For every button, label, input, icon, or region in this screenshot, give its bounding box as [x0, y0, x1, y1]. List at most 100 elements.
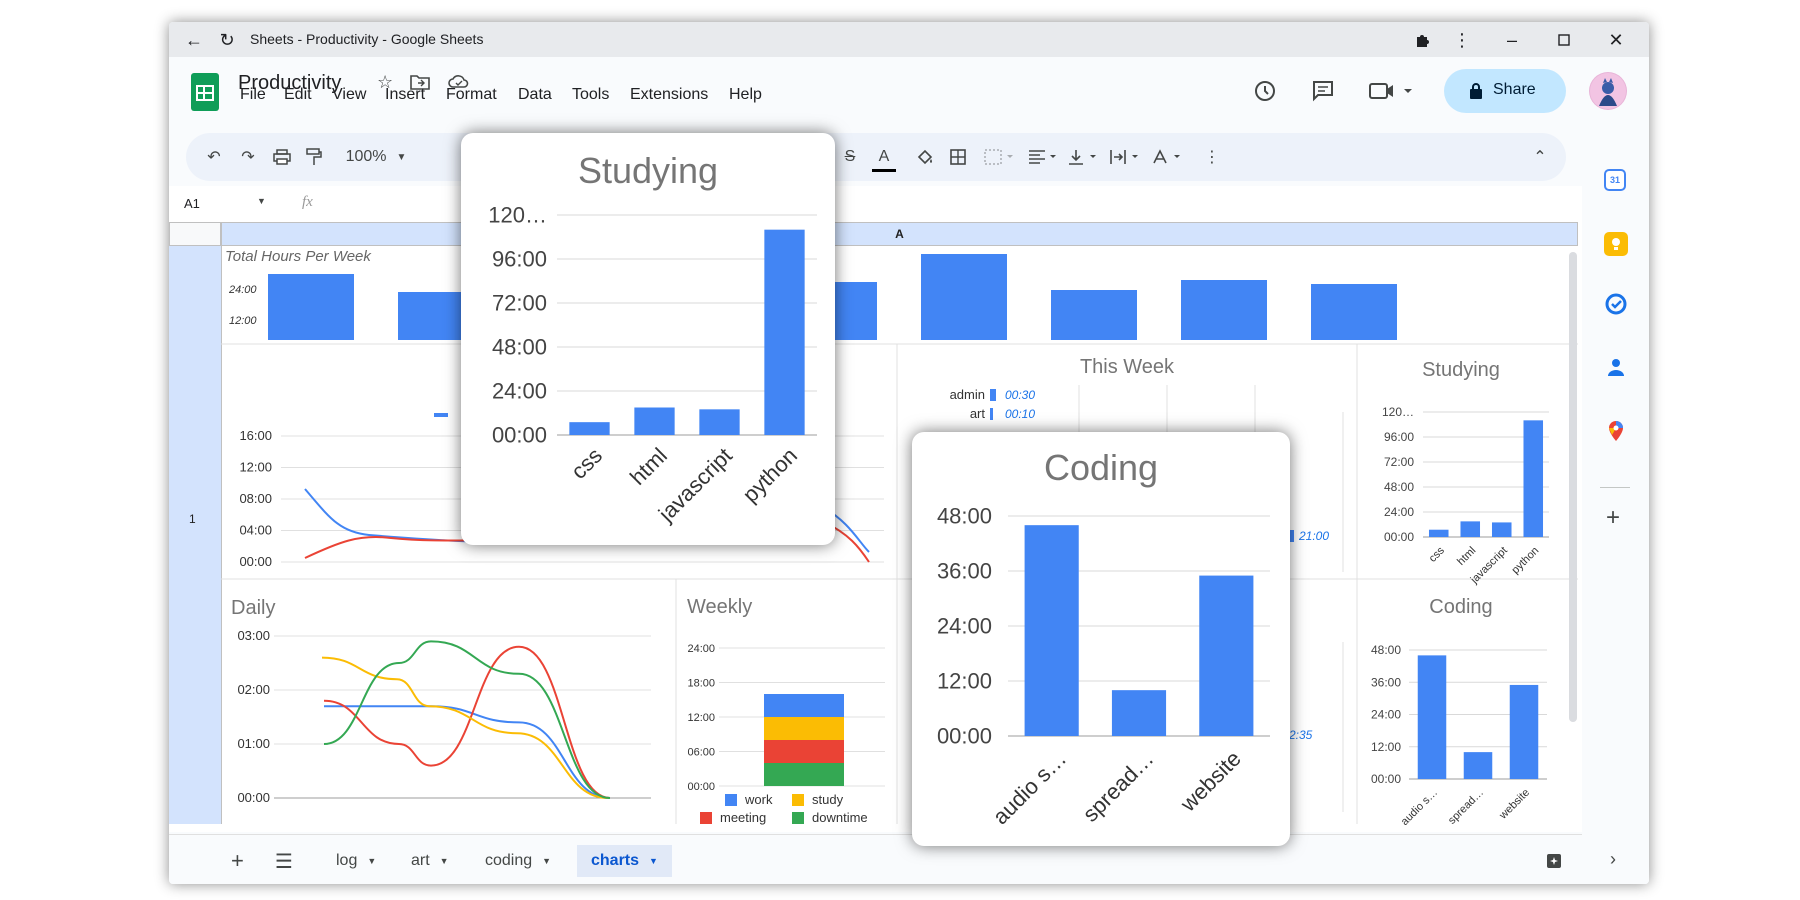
coding-popup-x-label: audio s… — [988, 746, 1071, 829]
sheet-tab-coding[interactable]: coding ▼ — [485, 845, 551, 877]
this-week-title: This Week — [1080, 356, 1175, 378]
studying-small-bar — [1428, 529, 1449, 537]
chevron-down-icon: ▼ — [649, 856, 658, 866]
coding-popup-x-label: spread… — [1078, 746, 1159, 827]
menu-view[interactable]: View — [332, 86, 366, 104]
weekly-y-tick: 12:00 — [687, 712, 715, 724]
comments-icon[interactable] — [1311, 79, 1335, 108]
sheet-tab-label: coding — [485, 852, 533, 869]
coding-popup-y-tick: 48:00 — [937, 504, 992, 529]
borders-icon[interactable] — [948, 145, 968, 169]
weekly-stack-segment — [764, 763, 844, 786]
name-box[interactable]: A1 — [184, 196, 200, 211]
coding-small-y-tick: 00:00 — [1371, 772, 1401, 786]
weekly-legend-label: work — [744, 792, 773, 807]
weekly-y-tick: 24:00 — [687, 643, 715, 655]
back-icon[interactable]: ← — [181, 27, 207, 53]
calendar-icon[interactable]: 31 — [1604, 169, 1626, 191]
coding-popup-y-tick: 12:00 — [937, 669, 992, 694]
studying-popup-y-tick: 96:00 — [492, 247, 547, 272]
keep-icon[interactable] — [1604, 232, 1628, 256]
fx-icon: fx — [302, 194, 313, 210]
contacts-icon[interactable] — [1604, 355, 1628, 379]
share-button[interactable]: Share — [1444, 69, 1566, 113]
more-vert-icon[interactable]: ⋮ — [1449, 27, 1475, 53]
print-icon[interactable] — [272, 145, 292, 169]
chevron-down-icon: ▼ — [439, 856, 449, 866]
coding-popup-title: Coding — [1044, 447, 1158, 488]
sheet-tab-art[interactable]: art ▼ — [411, 845, 449, 877]
maximize-icon[interactable] — [1551, 27, 1577, 53]
close-icon[interactable]: ✕ — [1603, 27, 1629, 53]
studying-popup-bar — [764, 229, 805, 435]
expand-panel-icon[interactable]: › — [1610, 849, 1616, 870]
maps-icon[interactable] — [1604, 419, 1628, 443]
sheet-tab-charts[interactable]: charts ▼ — [577, 845, 672, 877]
avatar[interactable] — [1589, 72, 1627, 110]
studying-small-bar — [1460, 521, 1481, 537]
tasks-icon[interactable] — [1604, 292, 1628, 316]
menu-extensions[interactable]: Extensions — [630, 86, 708, 104]
extensions-icon[interactable] — [1409, 27, 1435, 53]
meet-icon[interactable] — [1369, 80, 1413, 107]
name-box-dropdown-icon[interactable]: ▼ — [257, 196, 266, 206]
coding-small-x-label: website — [1497, 787, 1533, 823]
minimize-icon[interactable]: – — [1499, 27, 1525, 53]
daily-title: Daily — [231, 597, 275, 619]
sheets-logo-icon[interactable] — [191, 73, 219, 111]
undo-icon[interactable]: ↶ — [204, 145, 224, 169]
text-rotation-icon[interactable] — [1150, 145, 1184, 169]
studying-chart-popup[interactable]: Studying 120… 96:00 72:00 48:00 24:00 00:00 css… — [461, 133, 835, 545]
studying-small-y-tick: 00:00 — [1384, 530, 1414, 544]
coding-small-title: Coding — [1429, 596, 1492, 618]
sheet-tab-log[interactable]: log ▼ — [336, 845, 376, 877]
menu-help[interactable]: Help — [729, 86, 762, 104]
text-wrapping-icon[interactable] — [1108, 145, 1142, 169]
more-tools-icon[interactable]: ⋮ — [1204, 145, 1220, 169]
collapse-toolbar-icon[interactable]: ⌃ — [1530, 145, 1550, 169]
menu-format[interactable]: Format — [446, 86, 497, 104]
weekly-legend-swatch — [792, 794, 804, 806]
vertical-align-icon[interactable] — [1066, 145, 1100, 169]
horizontal-align-icon[interactable] — [1026, 145, 1060, 169]
version-history-icon[interactable] — [1252, 78, 1278, 109]
coding-popup-bar — [1111, 690, 1167, 736]
reload-icon[interactable]: ↻ — [214, 27, 240, 53]
weekly-stack-segment — [764, 717, 844, 740]
add-sheet-icon[interactable]: + — [231, 845, 244, 877]
fill-color-icon[interactable] — [914, 145, 936, 169]
chevron-down-icon: ▼ — [396, 151, 407, 163]
total-hours-bar — [268, 274, 354, 340]
coding-popup-y-tick: 36:00 — [937, 559, 992, 584]
all-sheets-icon[interactable]: ☰ — [275, 845, 293, 877]
total-hours-bar — [1051, 290, 1137, 340]
chevron-down-icon: ▼ — [367, 856, 377, 866]
paint-format-icon[interactable] — [304, 145, 324, 169]
this-week-value: 00:10 — [1005, 407, 1035, 421]
menu-insert[interactable]: Insert — [385, 86, 425, 104]
add-addon-icon[interactable]: + — [1606, 504, 1620, 532]
coding-small-bar — [1463, 752, 1493, 779]
share-label: Share — [1493, 81, 1536, 98]
daily-y-tick: 01:00 — [237, 736, 270, 751]
redo-icon[interactable]: ↷ — [238, 145, 258, 169]
strikethrough-icon[interactable]: S — [840, 145, 860, 169]
menu-tools[interactable]: Tools — [572, 86, 609, 104]
daily-series-line — [323, 645, 611, 799]
sheet-grid[interactable]: A 1 Total Hours Per Week 24:00 12:00 16:00 1… — [169, 222, 1582, 832]
studying-popup-y-tick: 120… — [488, 203, 547, 228]
embedded-charts[interactable]: Total Hours Per Week 24:00 12:00 16:00 12:00… — [169, 222, 1582, 832]
merge-cells-icon[interactable] — [982, 145, 1016, 169]
coding-chart-popup[interactable]: Coding 48:00 36:00 24:00 12:00 00:00 audio s… s… — [912, 432, 1290, 846]
text-color-icon[interactable]: A — [872, 145, 896, 172]
menu-edit[interactable]: Edit — [284, 86, 312, 104]
menu-file[interactable]: File — [240, 86, 266, 104]
title-bar: ← ↻ Sheets - Productivity - Google Sheet… — [169, 22, 1649, 57]
studying-small-y-tick: 96:00 — [1384, 430, 1414, 444]
weekly-legend-swatch — [725, 794, 737, 806]
daily-y-tick: 02:00 — [237, 682, 270, 697]
explore-icon[interactable] — [1546, 853, 1562, 874]
zoom-select[interactable]: 100% ▼ — [341, 145, 411, 169]
menu-data[interactable]: Data — [518, 86, 552, 104]
total-hours-y-tick: 12:00 — [229, 315, 257, 327]
